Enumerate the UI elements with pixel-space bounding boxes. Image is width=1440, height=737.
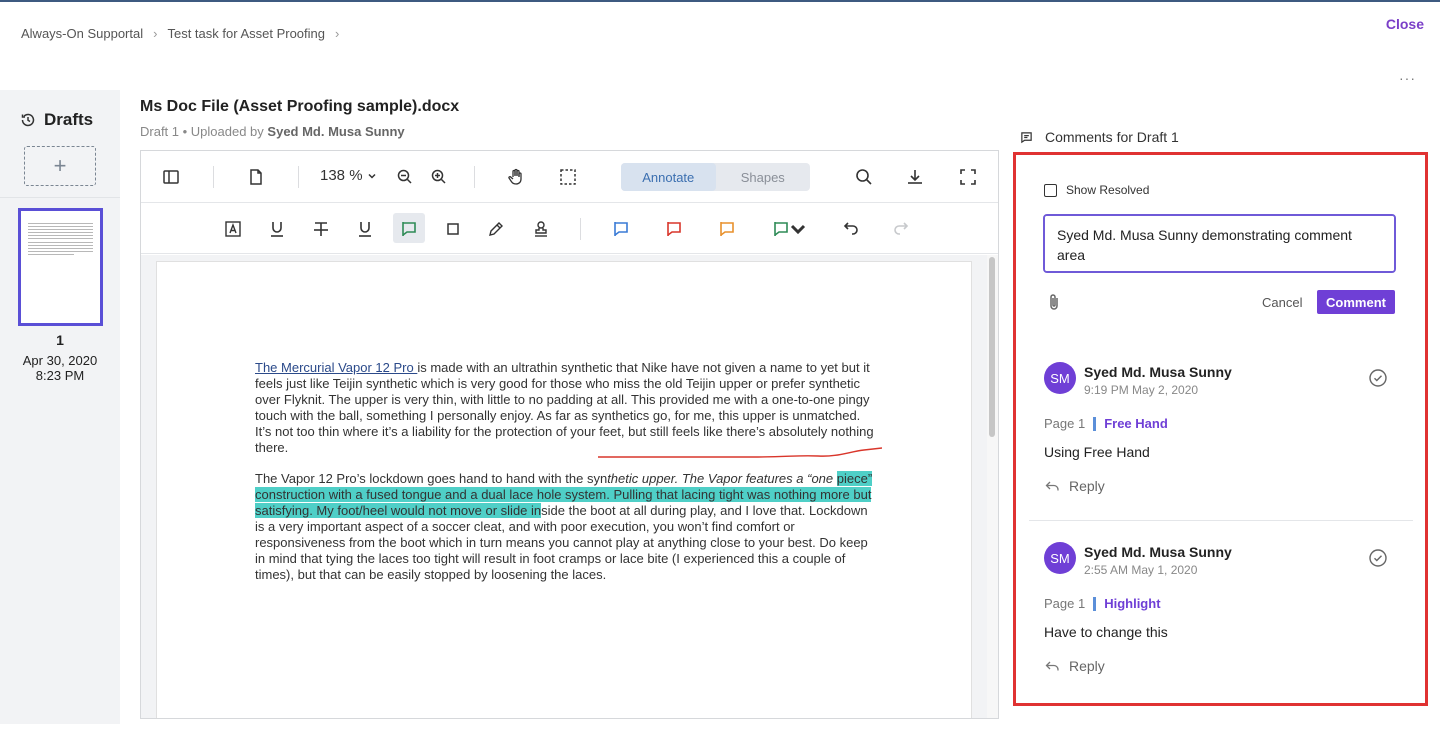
attachment-icon[interactable]	[1045, 292, 1063, 312]
zoom-select[interactable]: 138 %	[320, 167, 377, 184]
comment-note-icon[interactable]	[395, 215, 423, 243]
breadcrumb: Always-On Supportal › Test task for Asse…	[21, 26, 339, 41]
sidebar-toggle-icon[interactable]	[157, 163, 185, 191]
comment-meta: Page 1 Highlight	[1044, 596, 1161, 611]
draft-date-time: 8:23 PM	[35, 368, 85, 383]
text-box-icon[interactable]	[219, 215, 247, 243]
paragraph-1: The Mercurial Vapor 12 Pro is made with …	[255, 360, 875, 456]
pan-hand-icon[interactable]	[502, 163, 530, 191]
draft-date-day: Apr 30, 2020	[22, 353, 98, 368]
scrollbar-thumb[interactable]	[989, 257, 995, 437]
comment-text: Using Free Hand	[1044, 444, 1150, 460]
toolbar-separator	[580, 218, 581, 240]
drafts-title: Drafts	[44, 110, 94, 129]
toolbar-separator	[298, 166, 299, 188]
toolbar-separator	[213, 166, 214, 188]
squiggly-underline-icon[interactable]	[351, 215, 379, 243]
add-draft-button[interactable]: +	[24, 146, 96, 186]
comment-tool-tag[interactable]: Highlight	[1104, 596, 1160, 611]
zoom-out-icon[interactable]	[391, 163, 419, 191]
paragraph-2-text-start: The Vapor 12 Pro’s lockdown goes hand to…	[255, 471, 608, 486]
history-icon	[21, 113, 35, 127]
uploader-name: Syed Md. Musa Sunny	[267, 124, 405, 139]
orange-note-icon[interactable]	[713, 215, 741, 243]
show-resolved-label: Show Resolved	[1066, 183, 1150, 197]
document-subtitle: Draft 1 • Uploaded by Syed Md. Musa Sunn…	[140, 124, 405, 139]
paragraph-2-italic: thetic upper. The Vapor features a “one	[607, 471, 834, 486]
comment-author: Syed Md. Musa Sunny	[1084, 364, 1232, 380]
tab-annotate[interactable]: Annotate	[621, 163, 716, 191]
drafts-header: Drafts	[20, 110, 93, 130]
zoom-value: 138 %	[320, 167, 363, 184]
free-hand-annotation[interactable]	[598, 445, 882, 461]
show-resolved-checkbox[interactable]	[1044, 183, 1057, 197]
reply-button[interactable]: Reply	[1045, 658, 1105, 674]
comment-timestamp: 2:55 AM May 1, 2020	[1084, 563, 1198, 577]
comment-timestamp: 9:19 PM May 2, 2020	[1084, 383, 1199, 397]
avatar: SM	[1044, 542, 1076, 574]
reply-button[interactable]: Reply	[1045, 478, 1105, 494]
breadcrumb-item-project[interactable]: Always-On Supportal	[21, 26, 143, 41]
chevron-right-icon: ›	[335, 26, 340, 41]
fullscreen-icon[interactable]	[954, 163, 982, 191]
stamp-icon[interactable]	[527, 215, 555, 243]
reply-label: Reply	[1069, 658, 1105, 674]
chevron-down-icon	[368, 173, 376, 179]
comment-meta: Page 1 Free Hand	[1044, 416, 1168, 431]
chevron-right-icon: ›	[153, 26, 158, 41]
top-accent-line	[0, 0, 1440, 2]
resolve-check-icon[interactable]	[1368, 368, 1388, 388]
strikethrough-icon[interactable]	[307, 215, 335, 243]
sidebar-divider	[0, 197, 120, 198]
comment-author: Syed Md. Musa Sunny	[1084, 544, 1232, 560]
resolve-check-icon[interactable]	[1368, 548, 1388, 568]
comment-text: Have to change this	[1044, 624, 1168, 640]
submit-comment-button[interactable]: Comment	[1317, 290, 1395, 314]
more-options-icon[interactable]: ···	[1399, 70, 1416, 86]
breadcrumb-item-task[interactable]: Test task for Asset Proofing	[167, 26, 325, 41]
draft-thumbnail[interactable]	[18, 208, 103, 326]
product-link[interactable]: The Mercurial Vapor 12 Pro	[255, 360, 417, 375]
download-icon[interactable]	[901, 163, 929, 191]
comment-tool-tag[interactable]: Free Hand	[1104, 416, 1168, 431]
comment-input[interactable]: Syed Md. Musa Sunny demonstrating commen…	[1043, 214, 1396, 273]
toolbar-separator	[474, 166, 475, 188]
redo-icon	[888, 215, 916, 243]
reply-icon	[1045, 661, 1059, 671]
draft-upload-label: Draft 1 • Uploaded by	[140, 124, 264, 139]
comments-header: Comments for Draft 1	[1020, 129, 1179, 145]
tool-color-bar	[1093, 416, 1097, 431]
comments-title: Comments for Draft 1	[1045, 129, 1179, 145]
reply-icon	[1045, 481, 1059, 491]
tab-shapes[interactable]: Shapes	[716, 163, 811, 191]
red-note-icon[interactable]	[660, 215, 688, 243]
search-icon[interactable]	[850, 163, 878, 191]
free-hand-pen-icon[interactable]	[482, 215, 510, 243]
zoom-in-icon[interactable]	[425, 163, 453, 191]
draft-number: 1	[56, 332, 64, 348]
close-button[interactable]: Close	[1386, 16, 1424, 32]
comment-page: Page 1	[1044, 596, 1086, 611]
comment-page: Page 1	[1044, 416, 1086, 431]
reply-label: Reply	[1069, 478, 1105, 494]
show-resolved-toggle[interactable]: Show Resolved	[1044, 183, 1149, 197]
rectangle-icon[interactable]	[439, 215, 467, 243]
document-title: Ms Doc File (Asset Proofing sample).docx	[140, 98, 460, 115]
marquee-select-icon[interactable]	[554, 163, 582, 191]
comment-icon	[1021, 131, 1032, 143]
tool-color-bar	[1093, 596, 1097, 611]
cancel-button[interactable]: Cancel	[1262, 295, 1302, 310]
chevron-down-icon[interactable]	[788, 215, 808, 243]
draft-date: Apr 30, 2020 8:23 PM	[0, 353, 120, 383]
underline-icon[interactable]	[263, 215, 291, 243]
undo-icon[interactable]	[836, 215, 864, 243]
avatar: SM	[1044, 362, 1076, 394]
comment-divider	[1029, 520, 1413, 521]
blue-note-icon[interactable]	[607, 215, 635, 243]
page-icon[interactable]	[242, 163, 270, 191]
paragraph-2: The Vapor 12 Pro’s lockdown goes hand to…	[255, 471, 875, 583]
mode-switch: Annotate Shapes	[621, 163, 810, 191]
